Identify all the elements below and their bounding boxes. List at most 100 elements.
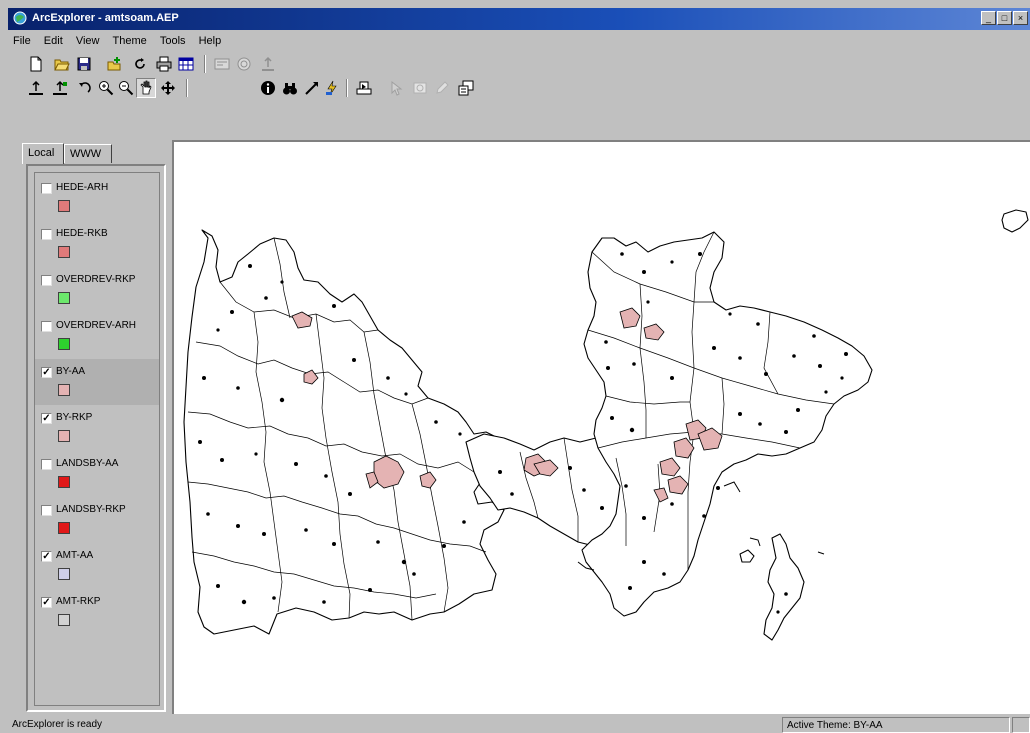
theme-visibility-checkbox[interactable]: ✓ <box>41 551 52 562</box>
pan-direction-button[interactable] <box>158 78 178 98</box>
theme-landsby-rkp[interactable]: LANDSBY-RKP <box>35 497 159 543</box>
refresh-button[interactable] <box>130 54 150 74</box>
lightning-icon <box>326 80 337 96</box>
add-theme-button[interactable] <box>104 54 124 74</box>
theme-symbol-swatch[interactable] <box>58 200 70 212</box>
menu-help[interactable]: Help <box>194 32 227 47</box>
export-button[interactable] <box>258 54 278 74</box>
properties-button[interactable] <box>456 78 476 98</box>
theme-visibility-checkbox[interactable] <box>41 183 52 194</box>
theme-amt-aa[interactable]: ✓ AMT-AA <box>35 543 159 589</box>
arcexplorer-globe-icon <box>13 11 27 25</box>
theme-visibility-checkbox[interactable] <box>41 321 52 332</box>
identify-button[interactable] <box>258 78 278 98</box>
pan-arrows-icon <box>161 81 175 95</box>
theme-landsby-aa[interactable]: LANDSBY-AA <box>35 451 159 497</box>
open-project-button[interactable] <box>52 54 72 74</box>
find-tool-button[interactable] <box>234 54 254 74</box>
floppy-disk-icon <box>77 57 91 71</box>
title-bar[interactable]: ArcExplorer - amtsoam.AEP _ □ × <box>8 8 1030 30</box>
measure-button[interactable] <box>302 78 322 98</box>
zoom-in-icon <box>99 81 114 96</box>
theme-symbol-swatch[interactable] <box>58 384 70 396</box>
save-project-button[interactable] <box>74 54 94 74</box>
pointer-icon <box>391 80 403 96</box>
jutland-region-outline <box>183 229 521 635</box>
query-icon <box>214 58 230 70</box>
menu-file[interactable]: File <box>8 32 36 47</box>
theme-name: AMT-AA <box>56 550 94 561</box>
theme-symbol-swatch[interactable] <box>58 246 70 258</box>
menu-tools[interactable]: Tools <box>155 32 191 47</box>
zoom-in-button[interactable] <box>96 78 116 98</box>
close-button[interactable]: × <box>1013 11 1028 25</box>
islet-2 <box>817 551 825 555</box>
theme-name: HEDE-RKB <box>56 228 108 239</box>
theme-symbol-swatch[interactable] <box>58 476 70 488</box>
islet-3 <box>723 481 741 493</box>
map-tools-toolbar <box>8 76 1030 100</box>
edit-tool-button[interactable] <box>432 78 452 98</box>
theme-hede-arh[interactable]: HEDE-ARH <box>35 175 159 221</box>
print-button[interactable] <box>154 54 174 74</box>
theme-visibility-checkbox[interactable]: ✓ <box>41 413 52 424</box>
new-project-button[interactable] <box>26 54 46 74</box>
find-button[interactable] <box>280 78 300 98</box>
export-icon <box>262 56 274 71</box>
printer-icon <box>156 56 172 72</box>
theme-visibility-checkbox[interactable]: ✓ <box>41 367 52 378</box>
map-display[interactable] <box>172 140 1030 714</box>
folder-open-icon <box>54 59 70 71</box>
theme-symbol-swatch[interactable] <box>58 292 70 304</box>
application-window: ArcExplorer - amtsoam.AEP _ □ × File Edit … <box>8 8 1030 733</box>
theme-name: AMT-RKP <box>56 596 101 607</box>
attribute-table-button[interactable] <box>176 54 196 74</box>
select-icon <box>356 81 372 95</box>
clear-selection-button[interactable] <box>410 78 430 98</box>
theme-symbol-swatch[interactable] <box>58 338 70 350</box>
theme-visibility-checkbox[interactable] <box>41 229 52 240</box>
hyperlink-button[interactable] <box>322 78 342 98</box>
tab-local[interactable]: Local <box>22 143 64 164</box>
theme-name: OVERDREV-ARH <box>56 320 137 331</box>
minimize-button[interactable]: _ <box>981 11 996 25</box>
zoom-active-theme-button[interactable] <box>50 78 70 98</box>
theme-by-rkp[interactable]: ✓ BY-RKP <box>35 405 159 451</box>
menu-view[interactable]: View <box>71 32 105 47</box>
theme-symbol-swatch[interactable] <box>58 522 70 534</box>
zoom-out-button[interactable] <box>116 78 136 98</box>
theme-symbol-swatch[interactable] <box>58 614 70 626</box>
maximize-button[interactable]: □ <box>997 11 1012 25</box>
theme-overdrev-arh[interactable]: OVERDREV-ARH <box>35 313 159 359</box>
islet-1 <box>749 537 761 547</box>
menu-edit[interactable]: Edit <box>39 32 68 47</box>
select-graphic-button[interactable] <box>386 78 406 98</box>
properties-icon <box>458 80 474 96</box>
map-canvas[interactable] <box>174 142 1030 714</box>
theme-name: BY-AA <box>56 366 86 377</box>
theme-hede-rkb[interactable]: HEDE-RKB <box>35 221 159 267</box>
bornholm-island-outline <box>1001 209 1029 233</box>
theme-visibility-checkbox[interactable] <box>41 505 52 516</box>
theme-by-aa[interactable]: ✓ BY-AA <box>35 359 159 405</box>
theme-visibility-checkbox[interactable] <box>41 459 52 470</box>
theme-symbol-swatch[interactable] <box>58 568 70 580</box>
info-icon <box>261 81 275 95</box>
zoom-previous-button[interactable] <box>74 78 94 98</box>
theme-visibility-checkbox[interactable] <box>41 275 52 286</box>
full-extent-icon <box>29 80 43 95</box>
pan-button[interactable] <box>136 78 156 98</box>
menu-theme[interactable]: Theme <box>108 32 152 47</box>
theme-name: BY-RKP <box>56 412 93 423</box>
zoom-out-icon <box>119 81 134 96</box>
table-icon <box>178 57 194 71</box>
theme-symbol-swatch[interactable] <box>58 430 70 442</box>
query-builder-button[interactable] <box>212 54 232 74</box>
theme-overdrev-rkp[interactable]: OVERDREV-RKP <box>35 267 159 313</box>
select-button[interactable] <box>354 78 374 98</box>
theme-visibility-checkbox[interactable]: ✓ <box>41 597 52 608</box>
theme-amt-rkp[interactable]: ✓ AMT-RKP <box>35 589 159 635</box>
zoom-full-extent-button[interactable] <box>26 78 46 98</box>
tab-www[interactable]: WWW <box>64 144 112 163</box>
zealand-region-outline <box>581 231 873 617</box>
